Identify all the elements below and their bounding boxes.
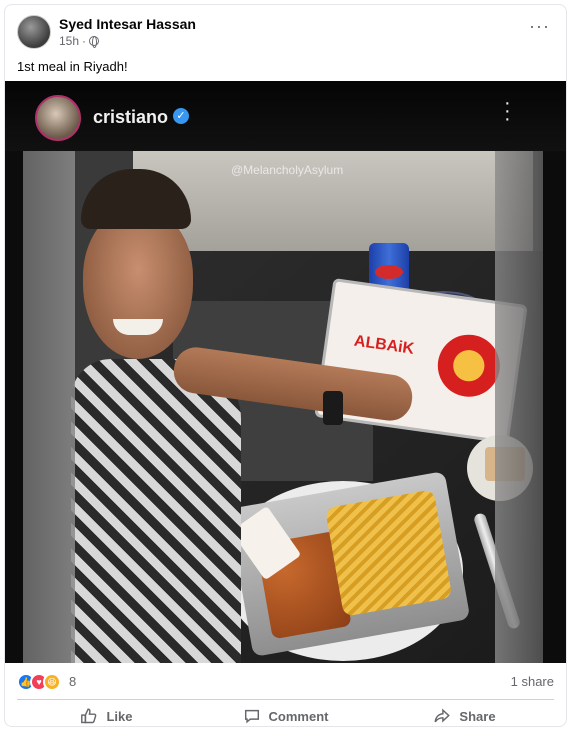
share-count[interactable]: 1 share: [511, 674, 554, 689]
patterned-shirt: [71, 359, 241, 663]
wristwatch: [323, 391, 343, 425]
watermark-text: @MelancholyAsylum: [231, 163, 344, 177]
post-caption: 1st meal in Riyadh!: [17, 59, 128, 74]
instagram-username: cristiano: [93, 107, 169, 127]
reaction-icons[interactable]: 👍 ♥ 😆: [17, 673, 61, 691]
author-avatar[interactable]: [17, 15, 51, 49]
reaction-count[interactable]: 8: [69, 674, 76, 689]
post-header: Syed Intesar Hassan 15h · ···: [17, 15, 554, 55]
comment-icon: [244, 709, 259, 724]
verified-badge-icon: ✓: [173, 108, 189, 124]
photo-scene: ALBAiK @MelancholyAsylum: [23, 151, 543, 663]
left-edge-blur: [23, 151, 75, 663]
albaik-logo: [433, 330, 504, 401]
face: [83, 209, 193, 359]
like-label: Like: [106, 708, 133, 724]
comment-label: Comment: [268, 708, 329, 724]
post-actions: Like Comment Share: [17, 703, 554, 726]
post-photo[interactable]: cristiano ✓ · · · ALBAiK @MelancholyAsyl…: [5, 81, 566, 663]
haha-reaction-icon: 😆: [43, 673, 61, 691]
divider: [17, 699, 554, 700]
right-edge-blur: [495, 151, 543, 663]
facebook-post: Syed Intesar Hassan 15h · ··· 1st meal i…: [4, 4, 567, 727]
instagram-header: cristiano ✓ · · ·: [5, 81, 566, 151]
hair: [81, 169, 191, 229]
reactions-bar: 👍 ♥ 😆 8 1 share: [17, 671, 554, 693]
author-name[interactable]: Syed Intesar Hassan: [59, 16, 196, 32]
instagram-more-icon: · · ·: [504, 92, 511, 130]
french-fries: [324, 489, 453, 617]
share-label: Share: [459, 708, 496, 724]
more-options-icon[interactable]: ···: [529, 17, 550, 35]
globe-icon[interactable]: [89, 36, 100, 48]
share-button[interactable]: Share: [375, 703, 554, 726]
post-time[interactable]: 15h: [59, 34, 79, 48]
like-icon: [81, 708, 97, 724]
like-button[interactable]: Like: [17, 703, 196, 726]
share-icon: [434, 708, 451, 723]
post-meta: 15h ·: [59, 34, 100, 48]
person: [71, 169, 241, 663]
albaik-brand-text: ALBAiK: [352, 332, 416, 358]
comment-button[interactable]: Comment: [196, 703, 375, 726]
can-label: [375, 265, 403, 279]
meta-separator: ·: [82, 34, 87, 48]
instagram-avatar: [35, 95, 81, 141]
